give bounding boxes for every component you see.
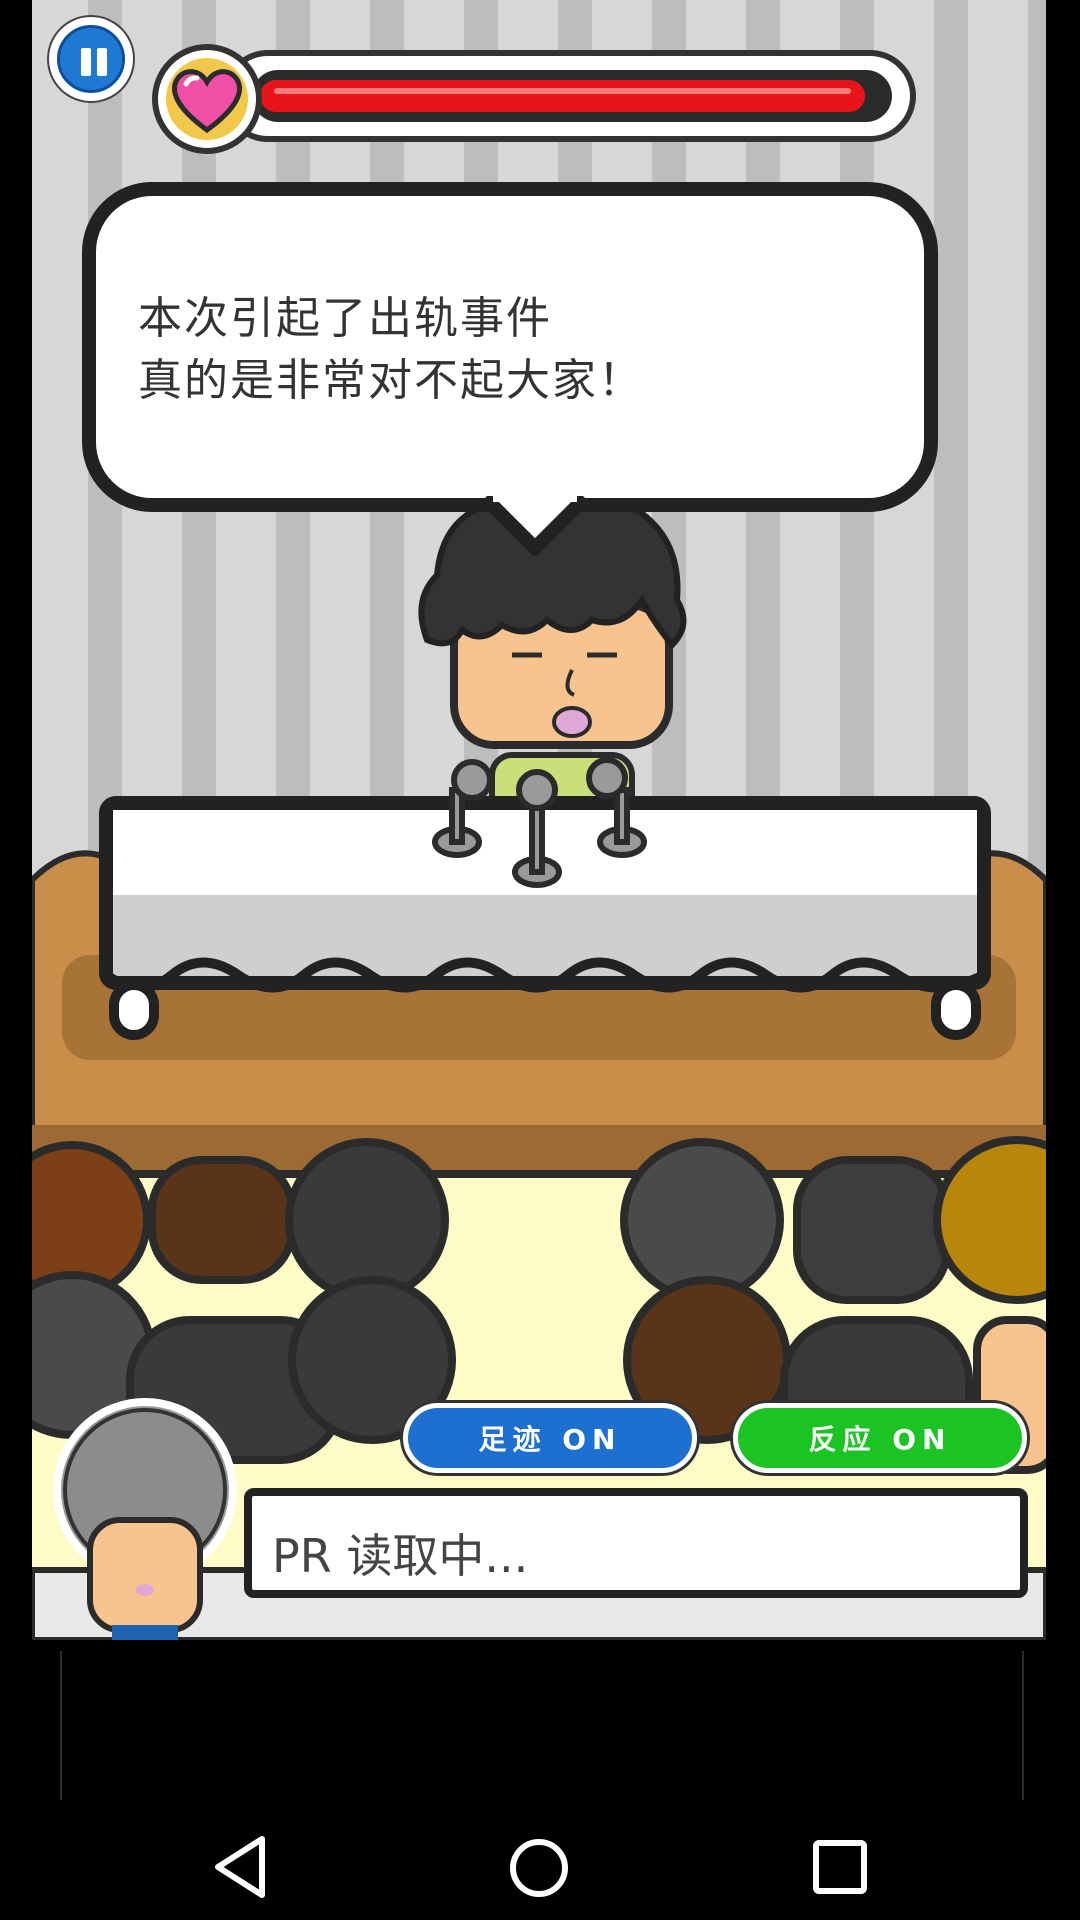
back-triangle-icon[interactable]	[212, 1835, 270, 1899]
ad-area	[32, 1645, 1046, 1800]
heart-icon	[152, 44, 262, 154]
reaction-toggle-button[interactable]: 反应 ON	[733, 1403, 1027, 1473]
recents-square-icon[interactable]	[812, 1839, 868, 1895]
status-text: PR 读取中...	[272, 1529, 529, 1583]
health-bar	[152, 44, 926, 154]
pause-button[interactable]	[49, 17, 133, 101]
footprint-toggle-button[interactable]: 足迹 ON	[403, 1403, 697, 1473]
home-circle-icon[interactable]	[509, 1838, 569, 1898]
speech-bubble-tail	[485, 496, 585, 556]
pause-icon	[57, 25, 125, 93]
status-box: PR 读取中...	[244, 1488, 1028, 1598]
speech-line-1: 本次引起了出轨事件	[138, 293, 552, 344]
speech-text: 本次引起了出轨事件真的是非常对不起大家！	[138, 288, 644, 412]
health-fill	[260, 80, 865, 112]
speech-line-2: 真的是非常对不起大家！	[138, 355, 644, 406]
system-navigation-bar	[0, 1800, 1080, 1920]
